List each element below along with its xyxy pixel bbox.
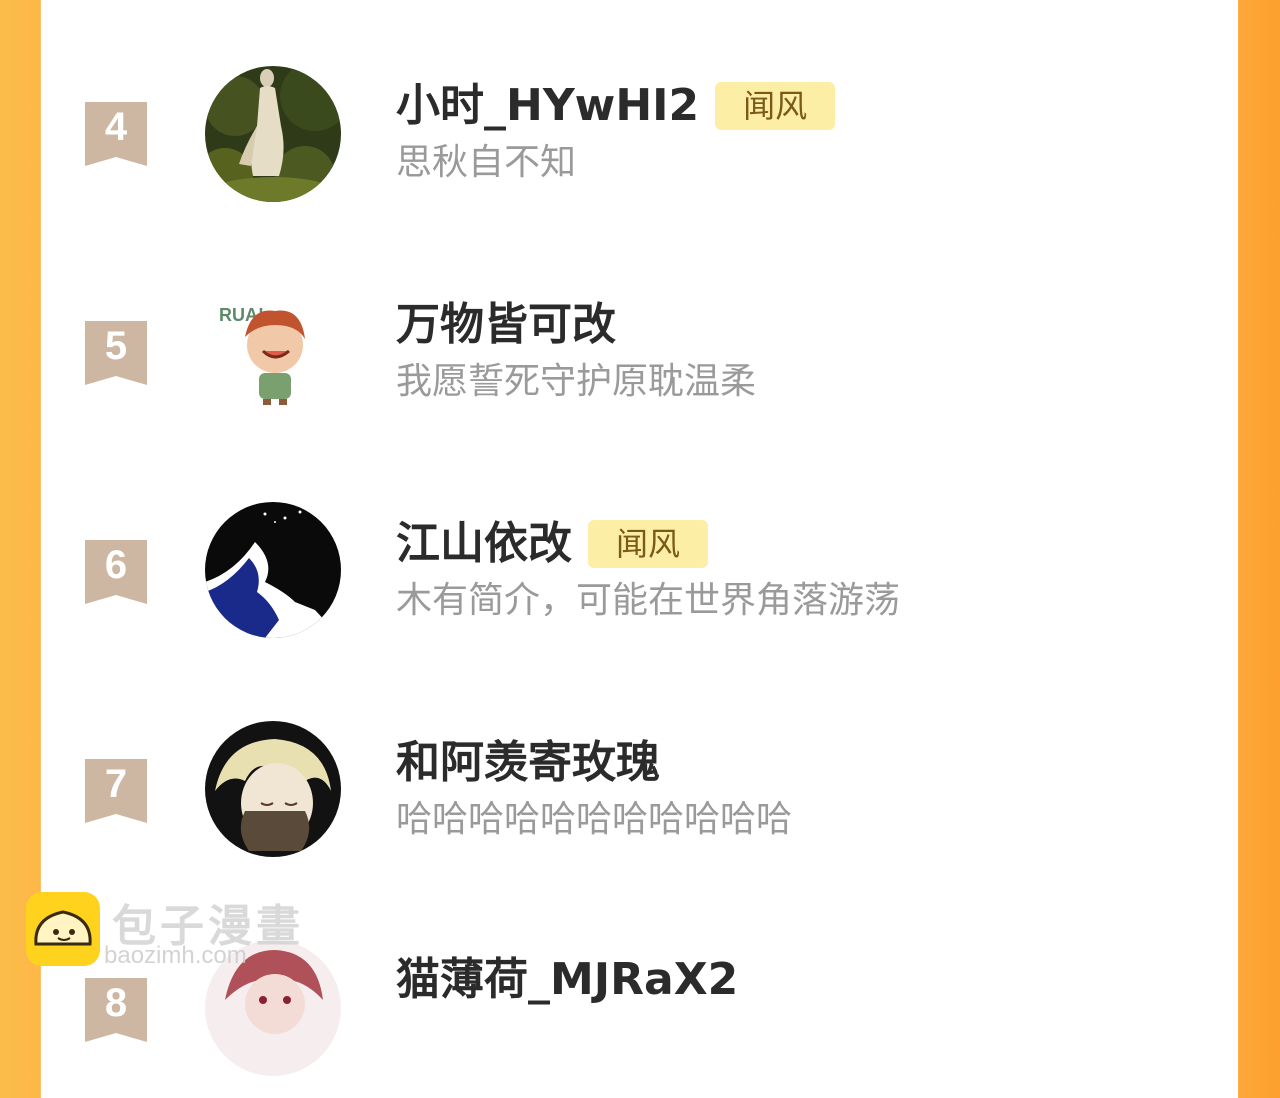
forest-figure-icon	[205, 66, 341, 202]
rank-ribbon: 5	[85, 321, 147, 385]
list-item[interactable]: 6 江山依改 闻风 木有简介，可能在世界角落游荡	[41, 500, 1238, 660]
blue-silhouette-icon	[205, 502, 341, 638]
username[interactable]: 和阿羡寄玫瑰	[396, 735, 660, 791]
avatar[interactable]: RUA!	[205, 285, 341, 421]
rank-ribbon: 7	[85, 759, 147, 823]
badge-tag: 闻风	[588, 520, 709, 568]
list-item[interactable]: 7 和阿羡寄玫瑰 哈哈哈哈哈哈哈哈哈哈哈	[41, 719, 1238, 879]
user-bio: 思秋自不知	[396, 142, 577, 183]
avatar[interactable]	[205, 66, 341, 202]
ranking-panel: 4 小时_HYwHI2 闻风 思秋自不知 5 RUA! 万物皆可改 我愿誓死守护…	[41, 0, 1238, 1076]
user-bio: 哈哈哈哈哈哈哈哈哈哈哈	[396, 799, 793, 840]
rank-ribbon: 4	[85, 102, 147, 166]
watermark-url: baozimh.com	[104, 942, 247, 969]
username[interactable]: 江山依改	[396, 516, 572, 572]
rank-ribbon: 6	[85, 540, 147, 604]
avatar[interactable]	[205, 502, 341, 638]
list-item[interactable]: 4 小时_HYwHI2 闻风 思秋自不知	[41, 62, 1238, 222]
username[interactable]: 小时_HYwHI2	[396, 78, 699, 134]
badge-tag: 闻风	[715, 82, 836, 130]
username[interactable]: 猫薄荷_MJRaX2	[396, 952, 738, 1008]
cartoon-boy-icon: RUA!	[205, 285, 341, 421]
rank-ribbon: 8	[85, 978, 147, 1042]
username[interactable]: 万物皆可改	[396, 297, 616, 353]
list-item[interactable]: 5 RUA! 万物皆可改 我愿誓死守护原耽温柔	[41, 281, 1238, 441]
avatar[interactable]	[205, 721, 341, 857]
user-bio: 我愿誓死守护原耽温柔	[396, 361, 757, 402]
watermark: 包子漫畫 baozimh.com	[26, 892, 326, 982]
bun-logo-icon	[26, 892, 100, 966]
anime-blonde-icon	[205, 721, 341, 857]
user-bio: 木有简介，可能在世界角落游荡	[396, 580, 901, 621]
